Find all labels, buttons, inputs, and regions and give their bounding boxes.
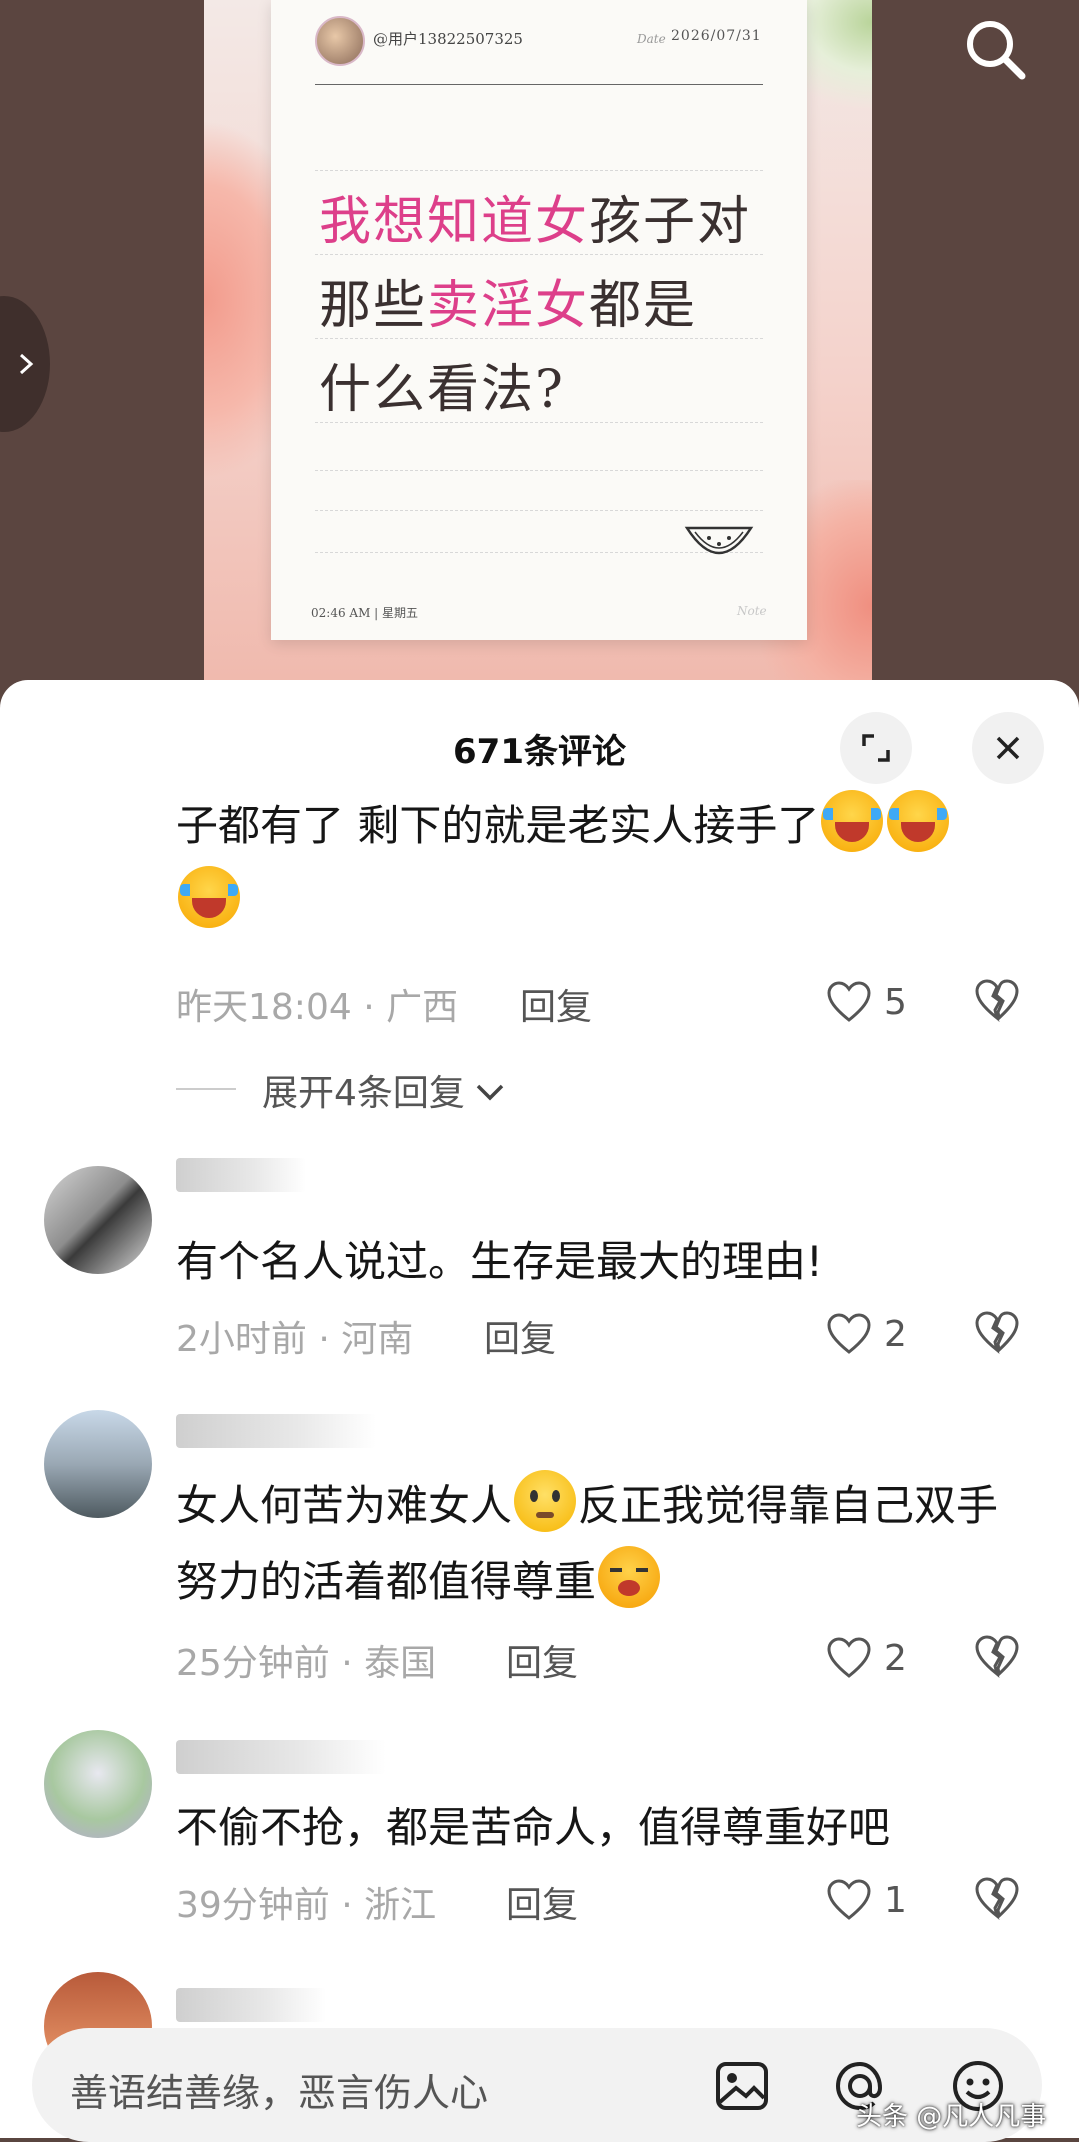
note-card: @用户13822507325 Date 2026/07/31 我想知道女孩子对 … bbox=[271, 0, 807, 640]
note-title-part: 什么看法? bbox=[319, 360, 565, 420]
comment-location: 泰国 bbox=[364, 1643, 437, 1684]
reply-button[interactable]: 回复 bbox=[484, 1310, 556, 1362]
comment-text: 有个名人说过。生存是最大的理由! bbox=[176, 1237, 823, 1286]
note-title-part: 那些 bbox=[319, 276, 428, 336]
avatar[interactable] bbox=[44, 1410, 152, 1518]
like-count: 1 bbox=[884, 1880, 907, 1921]
note-date-label: Date bbox=[637, 32, 666, 46]
comment-meta: 25分钟前 · 泰国 bbox=[176, 1643, 437, 1684]
broken-heart-icon bbox=[975, 1877, 1019, 1920]
like-button[interactable]: 2 bbox=[826, 1634, 936, 1686]
comment-meta: 2小时前 · 河南 bbox=[176, 1319, 414, 1360]
watermark-text: 头条 @凡人凡事 bbox=[856, 2102, 1047, 2132]
crying-emoji-icon bbox=[821, 790, 884, 852]
dislike-button[interactable] bbox=[974, 978, 1026, 1030]
expand-replies-label: 展开4条回复 bbox=[262, 1073, 465, 1114]
reply-button[interactable]: 回复 bbox=[506, 1634, 578, 1686]
ruled-line bbox=[315, 470, 763, 471]
broken-heart-icon bbox=[975, 1311, 1019, 1354]
search-icon[interactable] bbox=[960, 14, 1030, 84]
close-button[interactable] bbox=[972, 712, 1044, 784]
expand-replies-button[interactable]: 展开4条回复 bbox=[262, 1064, 505, 1116]
dislike-button[interactable] bbox=[974, 1634, 1026, 1686]
comment-input[interactable]: 善语结善缘，恶言伤人心 bbox=[70, 2062, 488, 2117]
note-title-part: 都是 bbox=[589, 276, 698, 336]
like-button[interactable]: 1 bbox=[826, 1876, 936, 1928]
ruled-line bbox=[315, 510, 763, 511]
note-footer-label: Note bbox=[737, 604, 767, 618]
note-avatar bbox=[315, 16, 365, 66]
avatar[interactable] bbox=[44, 1166, 152, 1274]
like-count: 2 bbox=[884, 1638, 907, 1679]
reply-button[interactable]: 回复 bbox=[506, 1876, 578, 1928]
divider bbox=[315, 84, 763, 85]
note-footer-time: 02:46 AM | 星期五 bbox=[311, 606, 419, 620]
comment-text: 子都有了 剩下的就是老实人接手了 bbox=[176, 788, 1036, 940]
comment-meta: 39分钟前 · 浙江 bbox=[176, 1885, 437, 1926]
expand-icon bbox=[862, 734, 890, 762]
divider bbox=[176, 1088, 236, 1090]
image-icon[interactable] bbox=[714, 2058, 770, 2114]
ruled-line bbox=[315, 170, 763, 171]
chevron-down-icon bbox=[476, 1084, 504, 1101]
note-username: @用户13822507325 bbox=[373, 30, 523, 48]
media-viewer[interactable]: @用户13822507325 Date 2026/07/31 我想知道女孩子对 … bbox=[0, 0, 1079, 690]
avatar[interactable] bbox=[44, 1730, 152, 1838]
comment-location: 河南 bbox=[341, 1319, 414, 1360]
broken-heart-icon bbox=[975, 1635, 1019, 1678]
heart-icon bbox=[827, 1879, 871, 1920]
chevron-right-icon bbox=[19, 353, 34, 375]
like-button[interactable]: 5 bbox=[826, 978, 936, 1030]
username-blurred[interactable] bbox=[176, 1158, 306, 1192]
comment-meta: 昨天18:04 · 广西 bbox=[176, 987, 459, 1028]
comment-location: 广西 bbox=[386, 987, 459, 1028]
note-title-part: 我想知道女 bbox=[319, 192, 590, 252]
comment-text: 女人何苦为难女人 反正我觉得靠自己双手努力的活着都值得尊重 bbox=[176, 1468, 1036, 1620]
note-date: 2026/07/31 bbox=[671, 28, 762, 44]
like-count: 2 bbox=[884, 1314, 907, 1355]
heart-icon bbox=[827, 1313, 871, 1354]
comment-time: 昨天18:04 bbox=[176, 987, 352, 1028]
comment-time: 39分钟前 bbox=[176, 1885, 330, 1926]
heart-icon bbox=[827, 981, 871, 1022]
thinking-emoji-icon bbox=[514, 1470, 577, 1532]
dislike-button[interactable] bbox=[974, 1310, 1026, 1362]
crying-emoji-icon bbox=[887, 790, 950, 852]
note-title-part: 卖淫女 bbox=[427, 276, 590, 336]
note-title: 我想知道女孩子对 那些卖淫女都是 什么看法? bbox=[319, 180, 779, 432]
comment-time: 25分钟前 bbox=[176, 1643, 330, 1684]
like-button[interactable]: 2 bbox=[826, 1310, 936, 1362]
broken-heart-icon bbox=[975, 979, 1019, 1022]
comment-body: 女人何苦为难女人 bbox=[176, 1481, 513, 1530]
comment-time: 2小时前 bbox=[176, 1319, 307, 1360]
comment-body: 子都有了 剩下的就是老实人接手了 bbox=[176, 801, 820, 850]
expand-button[interactable] bbox=[840, 712, 912, 784]
comments-sheet: 671条评论 子都有了 剩下的就是老实人接手了 昨天18:04 · 广西 回复 … bbox=[0, 680, 1079, 2138]
note-title-part: 孩子对 bbox=[589, 192, 752, 252]
close-icon bbox=[996, 736, 1020, 760]
username-blurred[interactable] bbox=[176, 1740, 386, 1774]
watermelon-icon bbox=[684, 526, 754, 555]
heart-icon bbox=[827, 1637, 871, 1678]
comment-text: 不偷不抢，都是苦命人，值得尊重好吧 bbox=[176, 1803, 891, 1852]
comment-location: 浙江 bbox=[364, 1885, 437, 1926]
username-blurred[interactable] bbox=[176, 1414, 376, 1448]
previous-media-button[interactable] bbox=[0, 296, 50, 432]
comments-count-title: 671条评论 bbox=[453, 732, 626, 772]
crying-emoji-icon bbox=[178, 866, 240, 928]
yawning-emoji-icon bbox=[598, 1546, 661, 1608]
dislike-button[interactable] bbox=[974, 1876, 1026, 1928]
like-count: 5 bbox=[884, 982, 907, 1023]
username-blurred[interactable] bbox=[176, 1988, 326, 2022]
reply-button[interactable]: 回复 bbox=[520, 978, 592, 1030]
